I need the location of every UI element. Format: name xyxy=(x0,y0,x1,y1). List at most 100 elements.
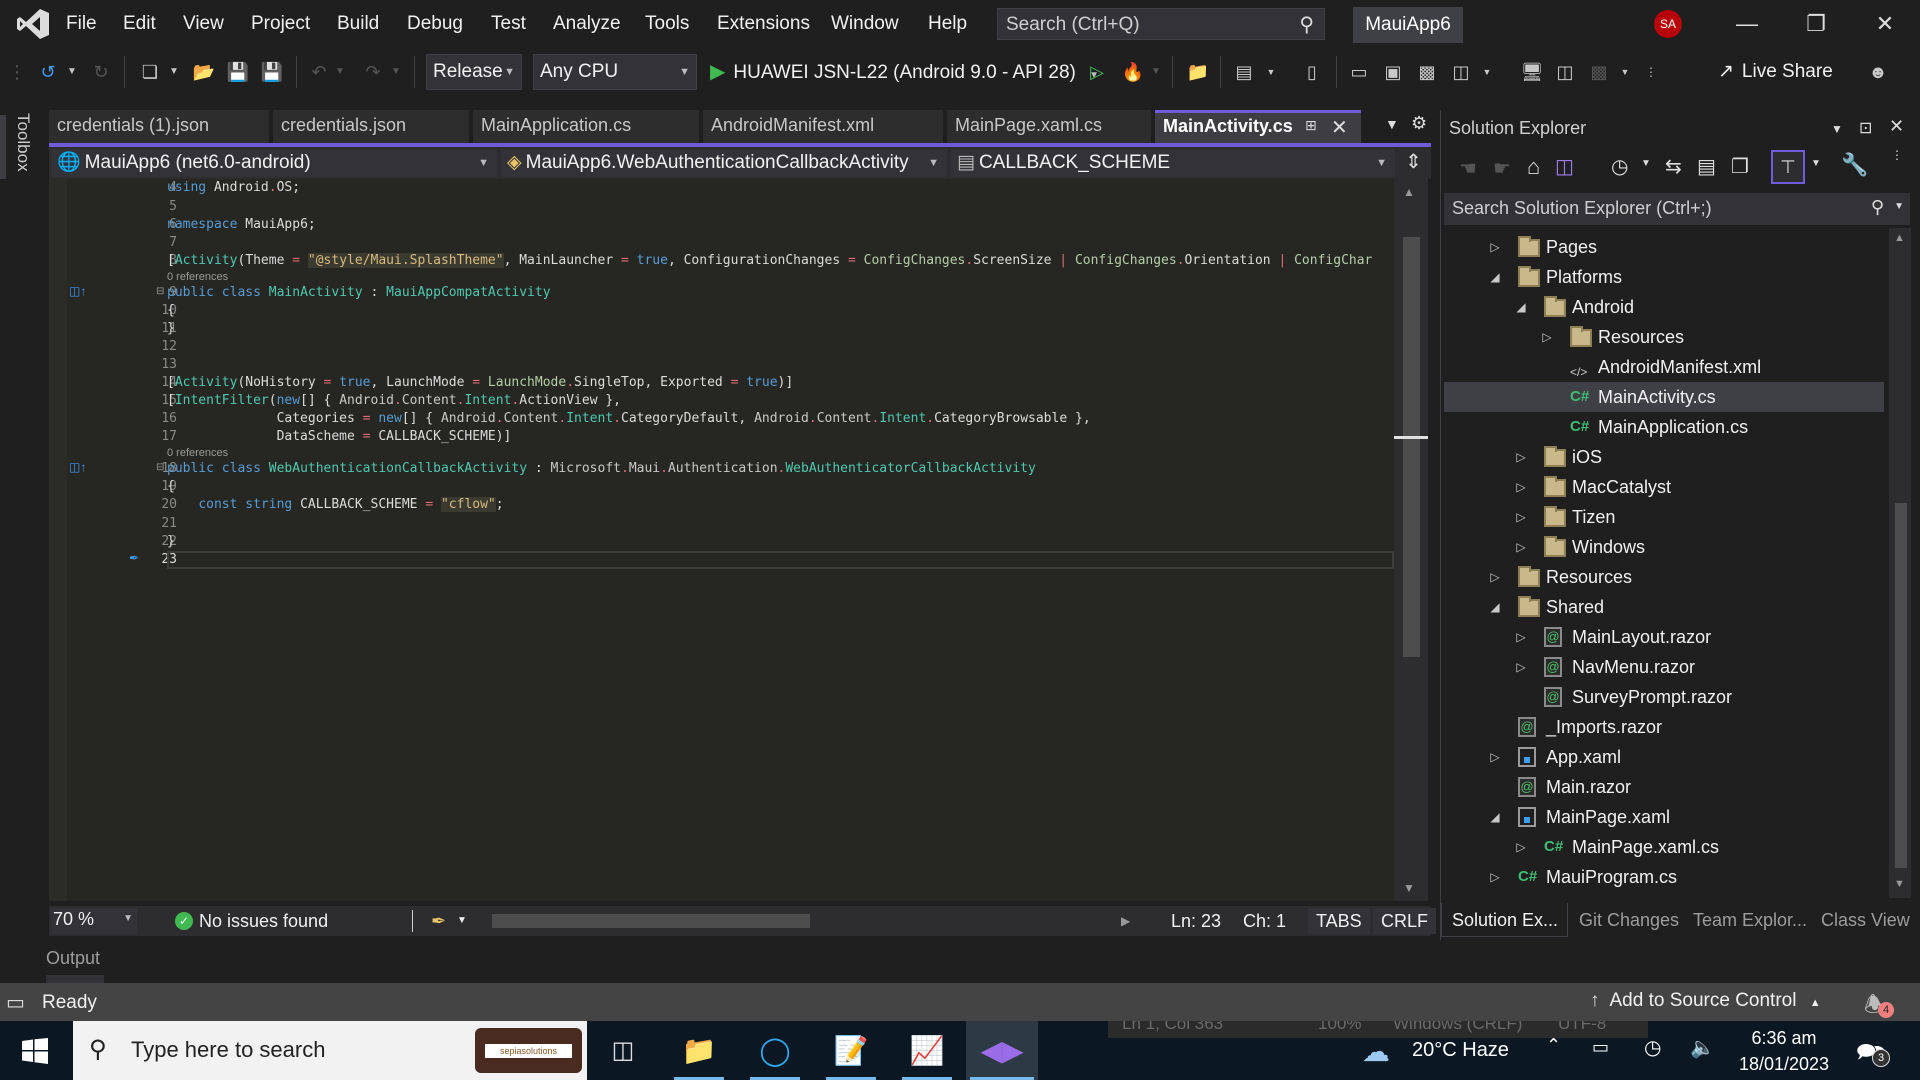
code-cleanup-brush-icon[interactable]: ✒ xyxy=(431,910,446,932)
search-highlight-promo[interactable]: sepiasolutions xyxy=(475,1028,582,1073)
volume-icon[interactable]: 🔈 xyxy=(1690,1035,1715,1060)
new-project-icon[interactable]: ❏ xyxy=(136,58,164,86)
add-to-source-control-button[interactable]: ↑ Add to Source Control ▲ xyxy=(1590,990,1821,1012)
type-dropdown[interactable]: ◈ MauiApp6.WebAuthenticationCallbackActiv… xyxy=(501,149,947,177)
menu-analyze[interactable]: Analyze xyxy=(553,13,621,35)
tree-item[interactable]: ▷ Windows xyxy=(1444,532,1884,562)
chevron-down-icon[interactable]: ▼ xyxy=(1620,58,1630,86)
pin-icon[interactable]: ⊡ xyxy=(1859,118,1872,138)
chevron-down-icon[interactable]: ▼ xyxy=(1811,158,1821,169)
tree-item[interactable]: ▷ @ NavMenu.razor xyxy=(1444,652,1884,682)
tree-item[interactable]: ▷ Resources xyxy=(1444,322,1884,352)
expand-arrow-icon[interactable]: ▷ xyxy=(1514,442,1528,472)
tree-item[interactable]: ▷ C# MauiProgram.cs xyxy=(1444,862,1884,892)
tree-item[interactable]: C# MainActivity.cs xyxy=(1444,382,1884,412)
start-button[interactable] xyxy=(22,1038,48,1064)
tab-git-changes[interactable]: Git Changes xyxy=(1579,903,1679,937)
sync-with-active-document-icon[interactable]: ⇆ xyxy=(1665,154,1682,179)
solution-explorer-search-input[interactable]: Search Solution Explorer (Ctrl+;) ⚲ ▼ xyxy=(1444,193,1910,225)
find-in-files-icon[interactable]: 📁 xyxy=(1184,58,1212,86)
android-sdk-icon[interactable]: ▣ xyxy=(1380,58,1406,86)
close-tab-icon[interactable]: ✕ xyxy=(1331,115,1348,140)
expand-arrow-icon[interactable]: ▷ xyxy=(1488,562,1502,592)
taskbar-visual-studio[interactable]: ◀▶ xyxy=(966,1021,1038,1080)
tree-item[interactable]: ▷ App.xaml xyxy=(1444,742,1884,772)
chevron-down-icon[interactable]: ▼ xyxy=(334,58,346,86)
visual-studio-logo-icon[interactable] xyxy=(16,8,50,40)
monitor-icon[interactable]: 🖥 xyxy=(1518,58,1546,86)
ipa-icon[interactable]: ▩ xyxy=(1586,58,1612,86)
taskbar-task-manager[interactable]: 📈 xyxy=(898,1021,956,1080)
toolbar-overflow-icon[interactable]: ⋮ xyxy=(1644,58,1658,86)
save-icon[interactable]: 💾 xyxy=(224,58,252,86)
hot-reload-icon[interactable]: 🔥 xyxy=(1120,58,1146,86)
issues-status[interactable]: No issues found xyxy=(199,910,328,932)
collapse-arrow-icon[interactable]: ◢ xyxy=(1514,292,1528,322)
properties-wrench-icon[interactable]: 🔧 xyxy=(1841,152,1868,178)
member-dropdown[interactable]: ▤ CALLBACK_SCHEME ▼ xyxy=(951,149,1395,177)
action-center-button[interactable]: 🗪 3 xyxy=(1856,1035,1892,1069)
pending-changes-filter-icon[interactable]: ◷ xyxy=(1611,154,1628,179)
task-view-button[interactable]: ◫ xyxy=(594,1021,652,1080)
preview-selected-items-icon[interactable]: ⊤ xyxy=(1771,150,1805,184)
menu-edit[interactable]: Edit xyxy=(123,13,156,35)
menu-help[interactable]: Help xyxy=(928,13,967,35)
solution-explorer-scrollbar[interactable]: ▲ ▼ xyxy=(1889,228,1911,898)
column-indicator[interactable]: Ch: 1 xyxy=(1243,910,1286,932)
tree-item[interactable]: ◢ Shared xyxy=(1444,592,1884,622)
chevron-down-icon[interactable]: ▼ xyxy=(1150,58,1162,86)
expand-arrow-icon[interactable]: ▷ xyxy=(1514,502,1528,532)
scrollbar-thumb[interactable] xyxy=(1895,503,1907,868)
expand-arrow-icon[interactable]: ▷ xyxy=(1488,742,1502,772)
scroll-right-icon[interactable]: ▶ xyxy=(1121,910,1130,932)
tab-androidmanifest-xml[interactable]: AndroidManifest.xml xyxy=(703,110,943,143)
open-file-icon[interactable]: 📂 xyxy=(190,58,218,86)
close-window-button[interactable]: ✕ xyxy=(1865,8,1905,40)
tree-item[interactable]: @ Main.razor xyxy=(1444,772,1884,802)
zoom-dropdown[interactable]: 70 % ▼ xyxy=(51,908,137,934)
device-manager-icon[interactable]: ▤ xyxy=(1230,58,1258,86)
tab-mainapplication-cs[interactable]: MainApplication.cs xyxy=(473,110,699,143)
quick-actions-brush-icon[interactable]: ✒ xyxy=(129,551,139,565)
menu-window[interactable]: Window xyxy=(831,13,899,35)
tab-mainpage-xaml-cs[interactable]: MainPage.xaml.cs xyxy=(947,110,1151,143)
tree-item[interactable]: ▷ iOS xyxy=(1444,442,1884,472)
undo-icon[interactable]: ↶ xyxy=(306,58,332,86)
expand-arrow-icon[interactable]: ▷ xyxy=(1488,862,1502,892)
chevron-down-icon[interactable]: ▼ xyxy=(1641,158,1651,169)
tab-team-explorer[interactable]: Team Explor... xyxy=(1693,903,1807,937)
tree-item[interactable]: ◢ MainPage.xaml xyxy=(1444,802,1884,832)
battery-icon[interactable]: ▭ xyxy=(1592,1037,1609,1058)
quick-search-input[interactable]: Search (Ctrl+Q) ⚲ xyxy=(997,8,1325,40)
tree-item[interactable]: ◢ Android xyxy=(1444,292,1884,322)
chevron-down-icon[interactable]: ▼ xyxy=(390,58,402,86)
pin-icon[interactable]: ⊞ xyxy=(1305,117,1317,134)
tab-class-view[interactable]: Class View xyxy=(1821,903,1910,937)
chevron-down-icon[interactable]: ▼ xyxy=(1266,58,1276,86)
adb-shell-icon[interactable]: ▩ xyxy=(1414,58,1440,86)
toolbox-label[interactable]: Toolbox xyxy=(13,113,33,172)
collapse-arrow-icon[interactable]: ◢ xyxy=(1488,592,1502,622)
feedback-icon[interactable]: ☻ xyxy=(1864,58,1892,86)
line-indicator[interactable]: Ln: 23 xyxy=(1171,910,1221,932)
chevron-down-icon[interactable]: ▼ xyxy=(1482,58,1492,86)
collapse-icon[interactable]: ⊟ xyxy=(156,286,164,297)
tab-solution-explorer[interactable]: Solution Ex... xyxy=(1441,903,1568,937)
menu-build[interactable]: Build xyxy=(337,13,379,35)
code-editor[interactable]: 4 5 6 7 8 9 10 11 12 13 14 15 16 17 18 1… xyxy=(49,179,1394,901)
start-debugging-button[interactable]: ▶ HUAWEI JSN-L22 (Android 9.0 - API 28) ▼ xyxy=(710,58,1099,90)
taskbar-notepad[interactable]: 📝 xyxy=(822,1021,880,1080)
tree-item[interactable]: @ SurveyPrompt.razor xyxy=(1444,682,1884,712)
minimize-button[interactable]: — xyxy=(1727,8,1767,40)
split-window-icon[interactable]: ⇕ xyxy=(1405,149,1422,174)
chevron-down-icon[interactable]: ▼ xyxy=(66,58,78,86)
scroll-up-icon[interactable]: ▲ xyxy=(1403,185,1415,199)
tab-credentials-1-json[interactable]: credentials (1).json xyxy=(49,110,269,143)
chevron-down-icon[interactable]: ▼ xyxy=(457,910,467,932)
expand-arrow-icon[interactable]: ▷ xyxy=(1514,652,1528,682)
gear-icon[interactable]: ⚙ xyxy=(1411,113,1427,134)
scrollbar-thumb[interactable] xyxy=(1403,237,1420,657)
menu-debug[interactable]: Debug xyxy=(407,13,463,35)
expand-arrow-icon[interactable]: ▷ xyxy=(1514,532,1528,562)
collapse-arrow-icon[interactable]: ◢ xyxy=(1488,802,1502,832)
